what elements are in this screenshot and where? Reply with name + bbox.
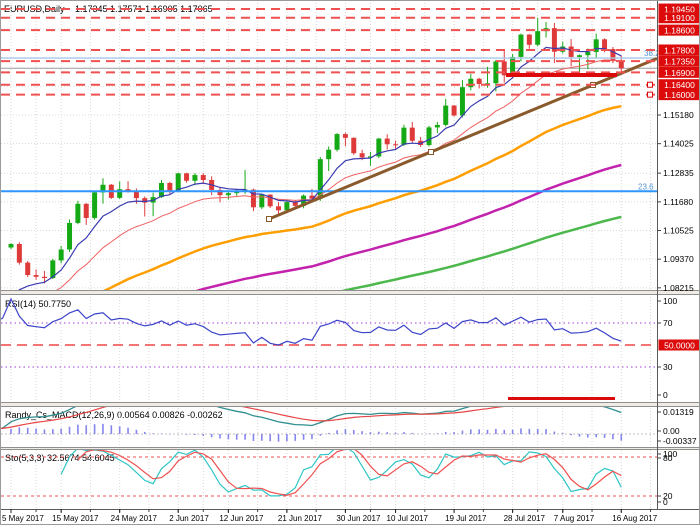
candle-body: [276, 206, 281, 210]
candle-body: [360, 153, 365, 157]
candle-body: [176, 173, 181, 190]
date-label: 19 Jul 2017: [445, 514, 487, 523]
price-axis-label: 1.09370: [663, 254, 694, 264]
rsi-axis-label: 0: [663, 390, 668, 400]
candle-body: [527, 35, 532, 45]
candle-body: [443, 106, 448, 125]
fib-level-label: 23.6: [638, 182, 654, 191]
candle-body: [17, 244, 22, 263]
trend-line: [269, 59, 657, 219]
candle-body: [335, 134, 340, 150]
chart-canvas[interactable]: EURUSD,Daily 1.17345 1.17571 1.16905 1.1…: [1, 1, 700, 525]
candle-body: [452, 106, 457, 116]
candle-body: [92, 192, 97, 218]
macd-axis-label: -0.00337: [663, 436, 697, 446]
candle-body: [75, 204, 80, 223]
candle-body: [184, 173, 189, 180]
sto-header: Sto(5,3,3) 32.5674 54.6045: [5, 453, 115, 463]
candle-body: [518, 35, 523, 57]
rsi-line: [1, 299, 621, 345]
macd-axis-label: 0.01319: [663, 407, 694, 417]
macd-header: Randy_Cs_MACD(12,26,9) 0.00564 0.00826 -…: [5, 410, 223, 420]
rsi-axis-label: 70: [663, 318, 673, 328]
candle-body: [427, 127, 432, 145]
date-label: 28 Jul 2017: [504, 514, 546, 523]
rsi-axis-label: 100: [663, 296, 677, 306]
sr-line-handle[interactable]: [648, 92, 653, 97]
candle-body: [34, 275, 39, 277]
candle-body: [42, 277, 47, 278]
price-flag-label: 1.18600: [664, 26, 695, 36]
candle-body: [619, 61, 624, 68]
candle-body: [59, 249, 64, 260]
date-label: 24 May 2017: [111, 514, 158, 523]
price-axis-label: 1.15180: [663, 110, 694, 120]
price-flag-label: 1.19100: [664, 13, 695, 23]
candle-body: [460, 87, 465, 115]
date-label: 7 Aug 2017: [554, 514, 595, 523]
candle-body: [201, 175, 206, 180]
price-axis-label: 1.14025: [663, 139, 694, 149]
candle-body: [585, 52, 590, 55]
price-flag-label: 1.16000: [664, 90, 695, 100]
price-flag-label: 1.16400: [664, 80, 695, 90]
candle-body: [284, 202, 289, 210]
candle-body: [477, 79, 482, 84]
date-label: 21 Jun 2017: [278, 514, 323, 523]
date-label: 5 May 2017: [2, 514, 44, 523]
main-price-panel[interactable]: 38.223.6: [1, 9, 660, 358]
sto-axis-label: 80: [663, 453, 673, 463]
price-flag-label: 1.17350: [664, 57, 695, 67]
sto-axis-label: 0: [663, 497, 668, 507]
price-axis-label: 1.10525: [663, 226, 694, 236]
candle-body: [67, 223, 72, 250]
candle-body: [326, 150, 331, 159]
trend-line-handle[interactable]: [429, 150, 434, 155]
price-flag-label: 1.17800: [664, 45, 695, 55]
highlight-zone: [506, 73, 617, 77]
ma-orange: [1, 106, 621, 332]
date-label: 12 Jun 2017: [219, 514, 264, 523]
rsi-panel[interactable]: [1, 299, 657, 400]
macd-axis-label: 0.00: [663, 426, 680, 436]
price-flag-label: 50.0000: [664, 341, 695, 351]
candle-body: [569, 47, 574, 57]
candle-body: [410, 128, 415, 141]
candle-body: [84, 204, 89, 218]
price-axis-label: 1.11680: [663, 197, 693, 207]
date-label: 30 Jun 2017: [336, 514, 381, 523]
candle-body: [167, 183, 172, 190]
price-axis-label: 1.12835: [663, 168, 694, 178]
candle-body: [401, 128, 406, 145]
candle-body: [577, 55, 582, 57]
date-label: 10 Jul 2017: [387, 514, 429, 523]
price-flag-label: 1.16900: [664, 68, 695, 78]
candle-body: [343, 134, 348, 138]
trading-chart-window: EURUSD,Daily 1.17345 1.17571 1.16905 1.1…: [0, 0, 700, 525]
candle-body: [435, 125, 440, 127]
rsi-axis-label: 30: [663, 362, 673, 372]
candle-body: [468, 79, 473, 87]
date-label: 15 May 2017: [52, 514, 99, 523]
rsi-highlight-zone: [508, 397, 615, 400]
candle-body: [351, 138, 356, 153]
candle-body: [535, 31, 540, 45]
trend-line-handle[interactable]: [267, 217, 272, 222]
candle-body: [226, 193, 231, 195]
candle-body: [9, 244, 14, 247]
price-axis-label: 1.08215: [663, 283, 694, 293]
sr-line-handle[interactable]: [648, 82, 653, 87]
candle-body: [192, 175, 197, 181]
candle-body: [602, 39, 607, 49]
candle-body: [393, 144, 398, 145]
date-label: 2 Jun 2017: [169, 514, 209, 523]
candle-body: [159, 183, 164, 197]
candle-body: [385, 139, 390, 145]
date-label: 16 Aug 2017: [612, 514, 657, 523]
candle-body: [25, 263, 30, 275]
